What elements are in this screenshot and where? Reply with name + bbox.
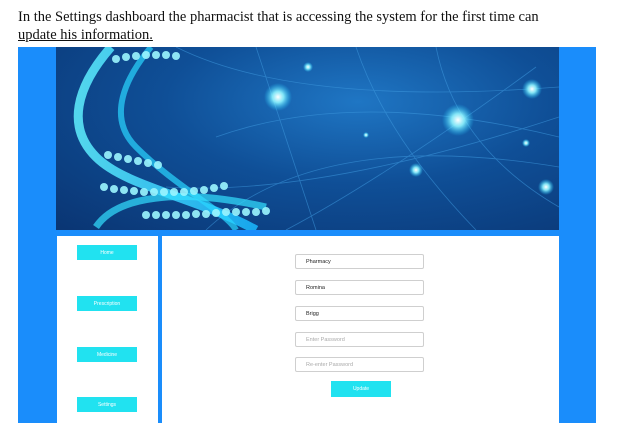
password-field[interactable] <box>295 332 424 347</box>
sidebar-item-home[interactable]: Home <box>77 245 137 260</box>
sidebar-item-settings[interactable]: Settings <box>77 397 137 412</box>
last-name-field[interactable] <box>295 306 424 321</box>
settings-form: Update <box>162 236 559 423</box>
dna-banner-image <box>56 47 559 230</box>
app-frame: Home Prescription Medicine Settings Upda… <box>18 47 596 423</box>
first-name-field[interactable] <box>295 280 424 295</box>
caption-line-1: In the Settings dashboard the pharmacist… <box>18 9 539 25</box>
sidebar-item-medicine[interactable]: Medicine <box>77 347 137 362</box>
caption-line-2: update his information. <box>18 27 153 43</box>
sidebar: Home Prescription Medicine Settings <box>57 236 158 423</box>
update-button[interactable]: Update <box>331 381 391 397</box>
dna-banner-graphic <box>73 47 559 230</box>
pharmacy-field[interactable] <box>295 254 424 269</box>
sidebar-item-prescription[interactable]: Prescription <box>77 296 137 311</box>
caption-text: In the Settings dashboard the pharmacist… <box>18 8 614 44</box>
reenter-password-field[interactable] <box>295 357 424 372</box>
